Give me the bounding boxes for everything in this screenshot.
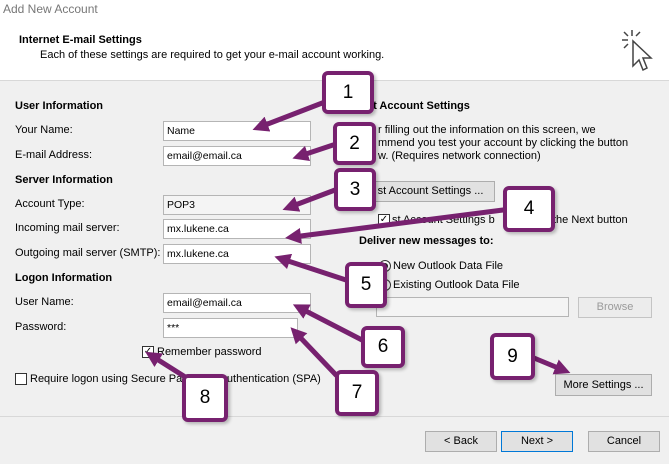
account-type-value: POP3 [167, 199, 196, 211]
arrow-9 [531, 355, 571, 375]
logon-info-heading: Logon Information [15, 272, 113, 284]
account-type-label: Account Type: [15, 198, 85, 210]
existing-data-file-label: Existing Outlook Data File [393, 279, 520, 291]
annotation-badge-5: 5 [345, 262, 387, 308]
your-name-input[interactable]: Name [163, 121, 311, 141]
new-data-file-label: New Outlook Data File [393, 260, 504, 272]
user-name-label: User Name: [15, 296, 74, 308]
window-title: Add New Account [3, 2, 98, 16]
remember-password-checkbox[interactable]: ✓ [142, 346, 154, 358]
existing-data-file-path[interactable] [376, 297, 569, 317]
password-input[interactable]: *** [163, 318, 298, 338]
password-label: Password: [15, 321, 67, 333]
cursor-sparkle-icon [622, 30, 653, 72]
annotation-badge-1: 1 [322, 71, 374, 114]
annotation-badge-9: 9 [490, 333, 535, 380]
incoming-server-input[interactable]: mx.lukene.ca [163, 219, 311, 239]
test-settings-heading: st Account Settings [367, 100, 470, 112]
test-desc-line3: w. (Requires network connection) [378, 150, 541, 162]
outgoing-server-label: Outgoing mail server (SMTP): [15, 247, 161, 259]
auto-test-checkbox[interactable]: ✓ [378, 214, 390, 226]
next-button[interactable]: Next > [501, 431, 573, 452]
annotation-badge-7: 7 [335, 370, 379, 416]
incoming-server-label: Incoming mail server: [15, 222, 120, 234]
page-subtitle: Each of these settings are required to g… [40, 49, 385, 61]
server-info-heading: Server Information [15, 174, 113, 186]
browse-button[interactable]: Browse [578, 297, 652, 318]
test-desc-line1: r filling out the information on this sc… [378, 124, 596, 136]
more-settings-button[interactable]: More Settings ... [555, 374, 652, 396]
annotation-badge-3: 3 [334, 168, 376, 211]
page-title: Internet E-mail Settings [19, 34, 142, 46]
your-name-label: Your Name: [15, 124, 73, 136]
footer-divider [0, 416, 669, 417]
deliver-heading: Deliver new messages to: [359, 235, 494, 247]
email-address-input[interactable]: email@email.ca [163, 146, 311, 166]
annotation-badge-2: 2 [333, 122, 376, 165]
annotation-badge-6: 6 [361, 326, 405, 368]
user-name-input[interactable]: email@email.ca [163, 293, 311, 313]
test-account-settings-button[interactable]: st Account Settings ... [366, 181, 495, 202]
annotation-badge-4: 4 [503, 186, 555, 232]
title-bar: Add New Account [0, 0, 669, 20]
annotation-badge-8: 8 [182, 374, 228, 422]
cancel-button[interactable]: Cancel [588, 431, 660, 452]
spa-label: Require logon using Secure Password Auth… [30, 373, 321, 385]
remember-password-label: Remember password [157, 346, 262, 358]
auto-test-label-part2: the Next button [553, 214, 628, 226]
spa-checkbox[interactable] [15, 373, 27, 385]
user-info-heading: User Information [15, 100, 104, 112]
outgoing-server-input[interactable]: mx.lukene.ca [163, 244, 311, 264]
test-desc-line2: mmend you test your account by clicking … [378, 137, 629, 149]
arrow-7 [290, 327, 339, 378]
back-button[interactable]: < Back [425, 431, 497, 452]
email-address-label: E-mail Address: [15, 149, 93, 161]
account-type-select[interactable]: POP3 [163, 195, 311, 215]
auto-test-label-part1: st Account Settings b [392, 214, 495, 226]
